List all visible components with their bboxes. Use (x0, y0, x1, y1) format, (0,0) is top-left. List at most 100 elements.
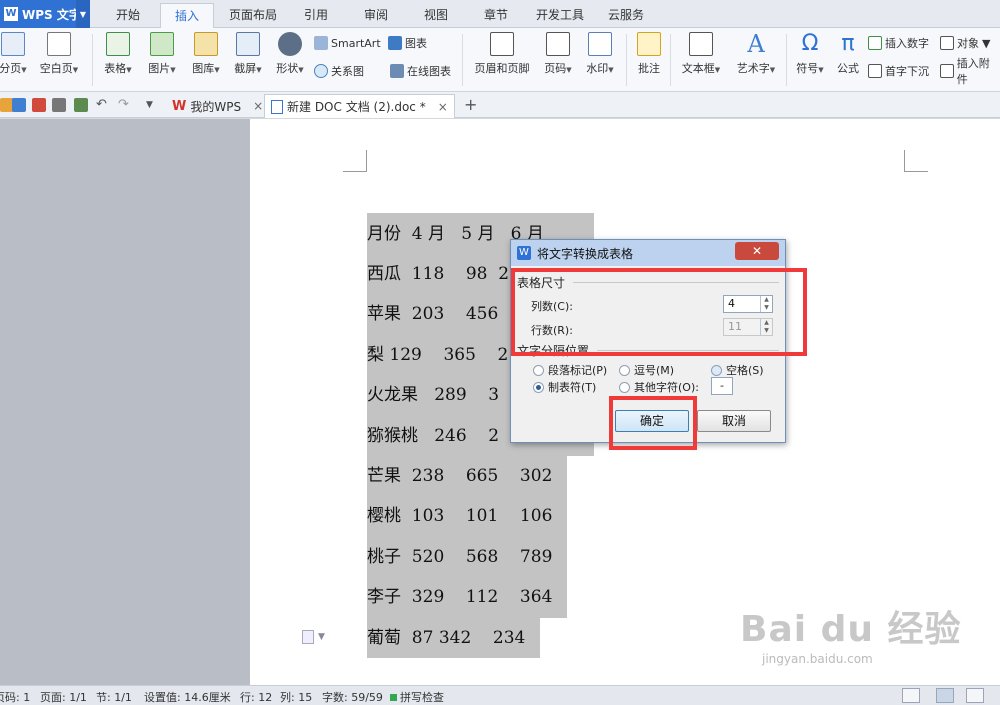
textbox-icon (689, 32, 713, 56)
cancel-button[interactable]: 取消 (697, 410, 771, 432)
blank-page-button[interactable]: 空白页▼ (34, 32, 84, 76)
tab-zhangjie[interactable]: 章节 (474, 0, 518, 28)
rows-label: 行数(R): (531, 324, 573, 337)
header-footer-label: 页眉和页脚 (474, 62, 530, 75)
app-menu-button[interactable]: W WPS 文字 ▼ (0, 0, 90, 28)
screenshot-icon (236, 32, 260, 56)
tab-yinyong[interactable]: 引用 (294, 0, 338, 28)
tab-shitu[interactable]: 视图 (414, 0, 458, 28)
document-line: 西瓜 118 98 2 (367, 264, 510, 284)
print-preview-icon[interactable] (74, 98, 88, 112)
online-chart-button[interactable]: 在线图表 (390, 62, 451, 80)
shape-label: 形状 (276, 62, 299, 75)
group-divider (573, 282, 779, 283)
watermark-button[interactable]: 水印▼ (580, 32, 620, 76)
header-footer-button[interactable]: 页眉和页脚 (470, 32, 534, 76)
screenshot-button[interactable]: 截屏▼ (228, 32, 268, 76)
insert-attachment-button[interactable]: 插入附件 (940, 57, 1000, 86)
table-button[interactable]: 表格▼ (98, 32, 138, 76)
drop-cap-button[interactable]: 首字下沉 (868, 62, 929, 80)
tab-yemian[interactable]: 页面布局 (222, 0, 284, 28)
tab-document[interactable]: 新建 DOC 文档 (2).doc * × (264, 94, 455, 118)
radio-comma[interactable]: 逗号(M) (619, 362, 674, 378)
tab-my-wps-label: 我的WPS (190, 99, 242, 114)
chevron-down-icon[interactable]: ▼ (146, 98, 160, 112)
status-spell-check[interactable]: 拼写检查 (390, 689, 444, 705)
separator-group-label: 文字分隔位置 (517, 344, 590, 358)
tab-my-wps[interactable]: W 我的WPS × (166, 94, 269, 118)
spell-check-label: 拼写检查 (400, 691, 444, 704)
export-pdf-icon[interactable] (32, 98, 46, 112)
status-word-count[interactable]: 字数: 59/59 (322, 689, 383, 705)
shape-button[interactable]: 形状▼ (270, 32, 310, 76)
ok-button[interactable]: 确定 (615, 410, 689, 432)
outline-view-icon[interactable] (966, 688, 984, 703)
document-tab-bar: ↶ ↷ ▼ W 我的WPS × 新建 DOC 文档 (2).doc * × + (0, 92, 1000, 118)
undo-icon[interactable]: ↶ (96, 98, 110, 112)
wordart-button[interactable]: A 艺术字▼ (730, 32, 782, 76)
paragraph-handle-icon[interactable] (302, 630, 314, 644)
dialog-title-bar[interactable]: W 将文字转换成表格 ✕ (511, 240, 785, 266)
watermark-icon (588, 32, 612, 56)
print-icon[interactable] (52, 98, 66, 112)
picture-button[interactable]: 图片▼ (142, 32, 182, 76)
smartart-label: SmartArt (331, 36, 381, 50)
menu-bar: W WPS 文字 ▼ 开始 插入 页面布局 引用 审阅 视图 章节 开发工具 云… (0, 0, 1000, 29)
radio-paragraph-mark[interactable]: 段落标记(P) (533, 362, 607, 378)
smartart-button[interactable]: SmartArt (314, 34, 381, 52)
blank-page-icon (47, 32, 71, 56)
document-line: 火龙果 289 3 (367, 385, 500, 405)
radio-other-char[interactable]: 其他字符(O): (619, 379, 699, 395)
comment-button[interactable]: 批注 (632, 32, 666, 76)
status-setting[interactable]: 设置值: 14.6厘米 (144, 689, 231, 705)
formula-button[interactable]: π 公式 (832, 32, 864, 76)
chevron-down-icon[interactable]: ▼ (318, 632, 325, 642)
chart-button[interactable]: 图表 (388, 34, 427, 52)
status-section: 节: 1/1 (96, 691, 132, 704)
picture-icon (150, 32, 174, 56)
close-icon[interactable]: × (438, 100, 448, 114)
page-view-icon[interactable] (936, 688, 954, 703)
radio-space[interactable]: 空格(S) (711, 362, 764, 378)
radio-paragraph-label: 段落标记(P) (548, 364, 608, 377)
tab-shenyue[interactable]: 审阅 (354, 0, 398, 28)
tab-yunfuwu[interactable]: 云服务 (600, 0, 652, 28)
radio-comma-label: 逗号(M) (634, 364, 675, 377)
dialog-title: 将文字转换成表格 (537, 246, 634, 261)
insert-number-label: 插入数字 (885, 37, 929, 50)
other-char-input[interactable]: - (711, 377, 733, 395)
page-break-button[interactable]: 分页▼ (0, 32, 30, 76)
redo-icon[interactable]: ↷ (118, 98, 132, 112)
textbox-button[interactable]: 文本框▼ (676, 32, 726, 76)
tab-kaifa[interactable]: 开发工具 (528, 0, 592, 28)
status-page-number: 页码: 1 (0, 691, 31, 704)
document-icon (271, 99, 283, 114)
object-label: 对象 (957, 37, 979, 50)
new-tab-button[interactable]: + (464, 95, 477, 114)
columns-stepper[interactable]: 4 ▲ ▼ (723, 295, 773, 313)
picture-label: 图片 (148, 62, 171, 75)
tab-kaishi[interactable]: 开始 (106, 0, 150, 28)
tab-charu[interactable]: 插入 (160, 3, 214, 29)
number-icon (868, 36, 882, 50)
radio-tab[interactable]: 制表符(T) (533, 379, 596, 395)
convert-text-to-table-dialog: W 将文字转换成表格 ✕ 表格尺寸 列数(C): 4 ▲ ▼ 行数(R): 11 … (510, 239, 786, 443)
symbol-button[interactable]: Ω 符号▼ (790, 32, 830, 76)
stepper-arrows-icon[interactable]: ▲ ▼ (760, 296, 772, 312)
fullscreen-view-icon[interactable] (902, 688, 920, 703)
drop-cap-label: 首字下沉 (885, 65, 929, 78)
close-button[interactable]: ✕ (735, 242, 779, 260)
close-icon[interactable]: × (253, 99, 263, 113)
save-icon[interactable] (12, 98, 26, 112)
ribbon-divider (670, 34, 671, 86)
object-button[interactable]: 对象 ▼ (940, 34, 990, 52)
page-number-button[interactable]: 页码▼ (538, 32, 578, 76)
table-size-group-label: 表格尺寸 (517, 276, 566, 290)
gallery-icon (194, 32, 218, 56)
chevron-down-icon[interactable]: ▼ (76, 0, 90, 28)
ribbon-divider (462, 34, 463, 86)
relation-map-button[interactable]: 关系图 (314, 62, 364, 80)
gallery-button[interactable]: 图库▼ (186, 32, 226, 76)
online-chart-label: 在线图表 (407, 65, 451, 78)
insert-number-button[interactable]: 插入数字 (868, 34, 929, 52)
